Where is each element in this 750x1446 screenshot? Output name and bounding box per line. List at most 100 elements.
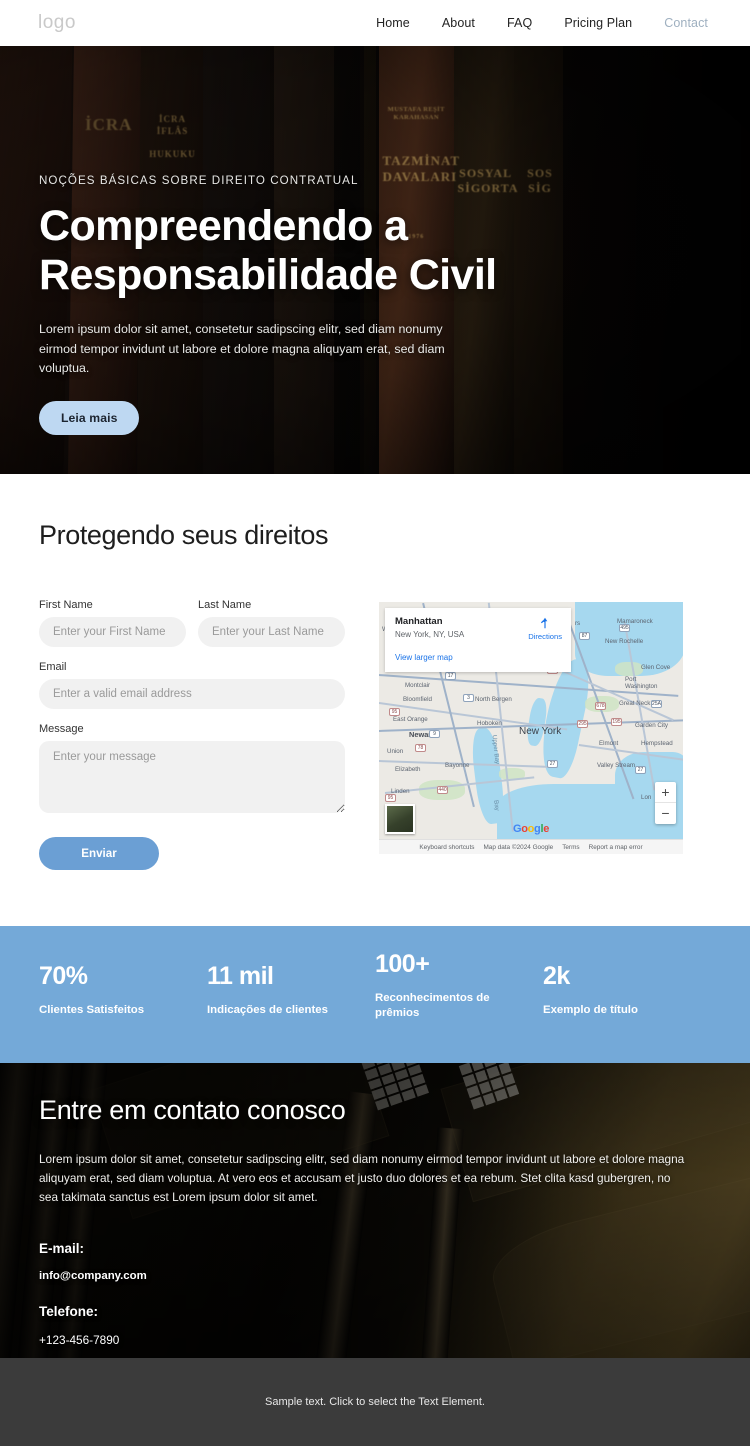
street-view-thumbnail[interactable] [385,804,415,834]
message-field-group: Message [39,723,345,813]
email-heading: E-mail: [39,1240,85,1256]
message-label: Message [39,723,84,735]
report-map-error-link[interactable]: Report a map error [589,844,643,851]
statistics-band: 70% Clientes Satisfeitos 11 mil Indicaçõ… [0,926,750,1063]
highway-shield-icon: 95 [389,708,400,716]
zoom-out-button[interactable]: − [655,803,676,824]
highway-shield-icon: 440 [437,786,448,794]
hero-subtitle: Lorem ipsum dolor sit amet, consetetur s… [39,322,445,376]
stat-item: 100+ Reconhecimentos de prêmios [375,950,543,1021]
first-name-label: First Name [39,599,93,611]
stat-label: Reconhecimentos de prêmios [375,992,490,1019]
stat-value: 70% [39,962,88,990]
map-data-attribution: Map data ©2024 Google [483,843,554,851]
directions-label: Directions [528,632,562,641]
map-label: New York [519,726,562,737]
terms-link[interactable]: Terms [562,844,579,851]
directions-button[interactable]: Directions [528,616,562,641]
site-footer: Sample text. Click to select the Text El… [0,1357,750,1446]
map-label: Garden City [635,722,669,729]
map-attribution-bar: Keyboard shortcuts Map data ©2024 Google… [379,839,683,854]
highway-shield-icon: 27 [635,766,646,774]
directions-arrow-icon [541,617,548,629]
map-label: Union [387,748,404,755]
view-larger-map-link[interactable]: View larger map [395,653,453,662]
highway-shield-icon: 78 [415,744,426,752]
highway-shield-icon: 9 [429,730,440,738]
site-logo[interactable]: logo [38,12,76,34]
map-zoom-controls: + − [655,782,676,824]
hero-section: İCRA İCRA İFLÂS HUKUKU MUSTAFA REŞİT KAR… [0,46,750,474]
nav-item-contact[interactable]: Contact [664,16,708,30]
map-label: rs [575,620,581,627]
map-label: Port Washington [625,676,658,691]
highway-shield-icon: 195 [611,718,622,726]
hero-eyebrow: NOÇÕES BÁSICAS SOBRE DIREITO CONTRATUAL [39,174,359,187]
phone-heading: Telefone: [39,1303,99,1319]
stat-label: Exemplo de título [543,1004,638,1016]
stat-item: 2k Exemplo de título [543,962,711,1021]
nav-item-about[interactable]: About [442,16,475,30]
map-label: Bay [492,799,501,812]
stat-item: 70% Clientes Satisfeitos [39,962,207,1021]
last-name-field-group: Last Name [198,599,345,647]
stat-label: Clientes Satisfeitos [39,1004,145,1016]
nav-item-pricing-plan[interactable]: Pricing Plan [564,16,632,30]
map-label: Elizabeth [395,766,421,773]
site-header: logo Home About FAQ Pricing Plan Contact [0,0,750,46]
map-label: New Rochelle [605,638,644,645]
highway-shield-icon: 17 [445,672,456,680]
email-value[interactable]: info@company.com [39,1270,711,1282]
contact-title: Entre em contato conosco [39,1094,346,1125]
message-textarea[interactable] [39,741,345,813]
google-map[interactable]: Mamaroneck New Rochelle Glen Cove Clifto… [379,602,683,854]
stat-value: 2k [543,962,570,990]
highway-shield-icon: 3 [463,694,474,702]
hero-content: NOÇÕES BÁSICAS SOBRE DIREITO CONTRATUAL … [0,46,560,435]
highway-shield-icon: 95 [385,794,396,802]
contact-form: First Name Last Name Email Message Envia… [39,599,345,870]
section-title: Protegendo seus direitos [39,520,329,550]
nav-item-faq[interactable]: FAQ [507,16,532,30]
map-label: East Orange [393,716,428,723]
map-label: North Bergen [475,696,512,703]
map-label: Lon [641,794,652,801]
first-name-input[interactable] [39,617,186,647]
nav-item-home[interactable]: Home [376,16,410,30]
footer-text[interactable]: Sample text. Click to select the Text El… [265,1396,485,1408]
stat-value: 11 mil [207,962,274,990]
stat-item: 11 mil Indicações de clientes [207,962,375,1021]
map-info-card: Manhattan New York, NY, USA View larger … [385,608,571,672]
email-label: Email [39,661,67,673]
stat-label: Indicações de clientes [207,1004,328,1016]
map-label: Great Neck [619,700,651,707]
stat-value: 100+ [375,950,430,978]
hero-title-line-2: Responsabilidade Civil [39,250,497,299]
last-name-label: Last Name [198,599,252,611]
map-label: Valley Stream [597,762,636,769]
highway-shield-icon: 25A [651,700,662,708]
highway-shield-icon: 295 [577,720,588,728]
map-label: Glen Cove [641,664,671,671]
keyboard-shortcuts-link[interactable]: Keyboard shortcuts [419,844,474,851]
last-name-input[interactable] [198,617,345,647]
map-label: Bloomfield [403,696,432,703]
map-label: Montclair [405,682,431,689]
main-navigation: Home About FAQ Pricing Plan Contact [376,16,708,30]
hero-title: Compreendendo a Responsabilidade Civil [39,202,560,299]
email-input[interactable] [39,679,345,709]
read-more-button[interactable]: Leia mais [39,400,140,435]
contact-content: Entre em contato conosco Lorem ipsum dol… [0,1063,750,1347]
map-label: Elmont [599,740,619,747]
phone-value[interactable]: +123-456-7890 [39,1333,711,1347]
contact-form-section: Protegendo seus direitos First Name Last… [0,474,750,926]
submit-button[interactable]: Enviar [39,837,159,870]
zoom-in-button[interactable]: + [655,782,676,803]
contact-info-section: Entre em contato conosco Lorem ipsum dol… [0,1062,750,1358]
hero-title-line-1: Compreendendo a [39,202,408,250]
highway-shield-icon: 678 [595,702,606,710]
highway-shield-icon: 27 [547,760,558,768]
google-watermark: Google [512,823,550,835]
highway-shield-icon: 87 [579,632,590,640]
email-field-group: Email [39,661,345,709]
